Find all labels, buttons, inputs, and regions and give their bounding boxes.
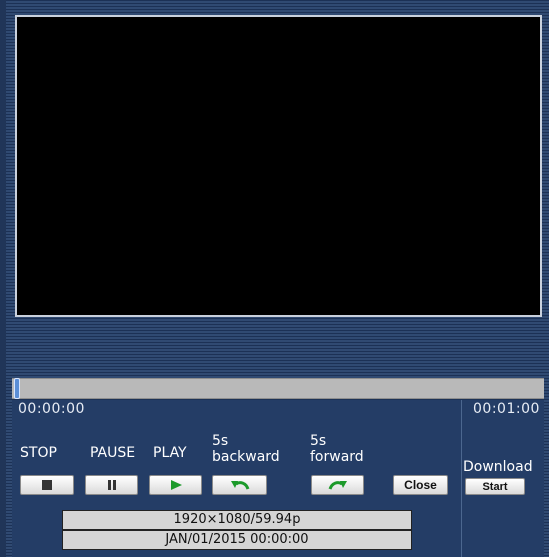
stop-icon [42,480,52,490]
close-button-label: Close [404,478,437,492]
forward-label: 5s forward [310,433,364,465]
play-button[interactable] [149,475,202,495]
download-start-button[interactable]: Start [465,478,525,495]
forward-label-seconds: 5s [310,433,327,449]
play-label: PLAY [153,445,187,461]
pause-icon [107,480,116,490]
seek-handle[interactable] [14,378,20,399]
close-button[interactable]: Close [393,475,448,495]
forward-arrow-icon [328,481,347,490]
play-icon [170,480,182,490]
forward-5s-button[interactable] [311,475,364,495]
pause-button[interactable] [85,475,138,495]
control-divider [461,400,462,557]
backward-label-seconds: 5s [212,433,229,449]
backward-label-text: backward [212,449,280,465]
stop-button[interactable] [20,475,74,495]
video-viewer [15,15,542,317]
rewind-arrow-icon [230,481,249,490]
time-end: 00:01:00 [473,401,540,417]
datetime-display: JAN/01/2015 00:00:00 [62,530,412,550]
forward-label-text: forward [310,449,364,465]
start-button-label: Start [482,480,508,493]
stop-label: STOP [20,445,57,461]
backward-5s-button[interactable] [212,475,267,495]
resolution-display: 1920×1080/59.94p [62,510,412,530]
seek-bar[interactable] [12,378,544,399]
download-label: Download [463,459,533,475]
time-start: 00:00:00 [18,401,85,417]
pause-label: PAUSE [90,445,136,461]
backward-label: 5s backward [212,433,280,465]
